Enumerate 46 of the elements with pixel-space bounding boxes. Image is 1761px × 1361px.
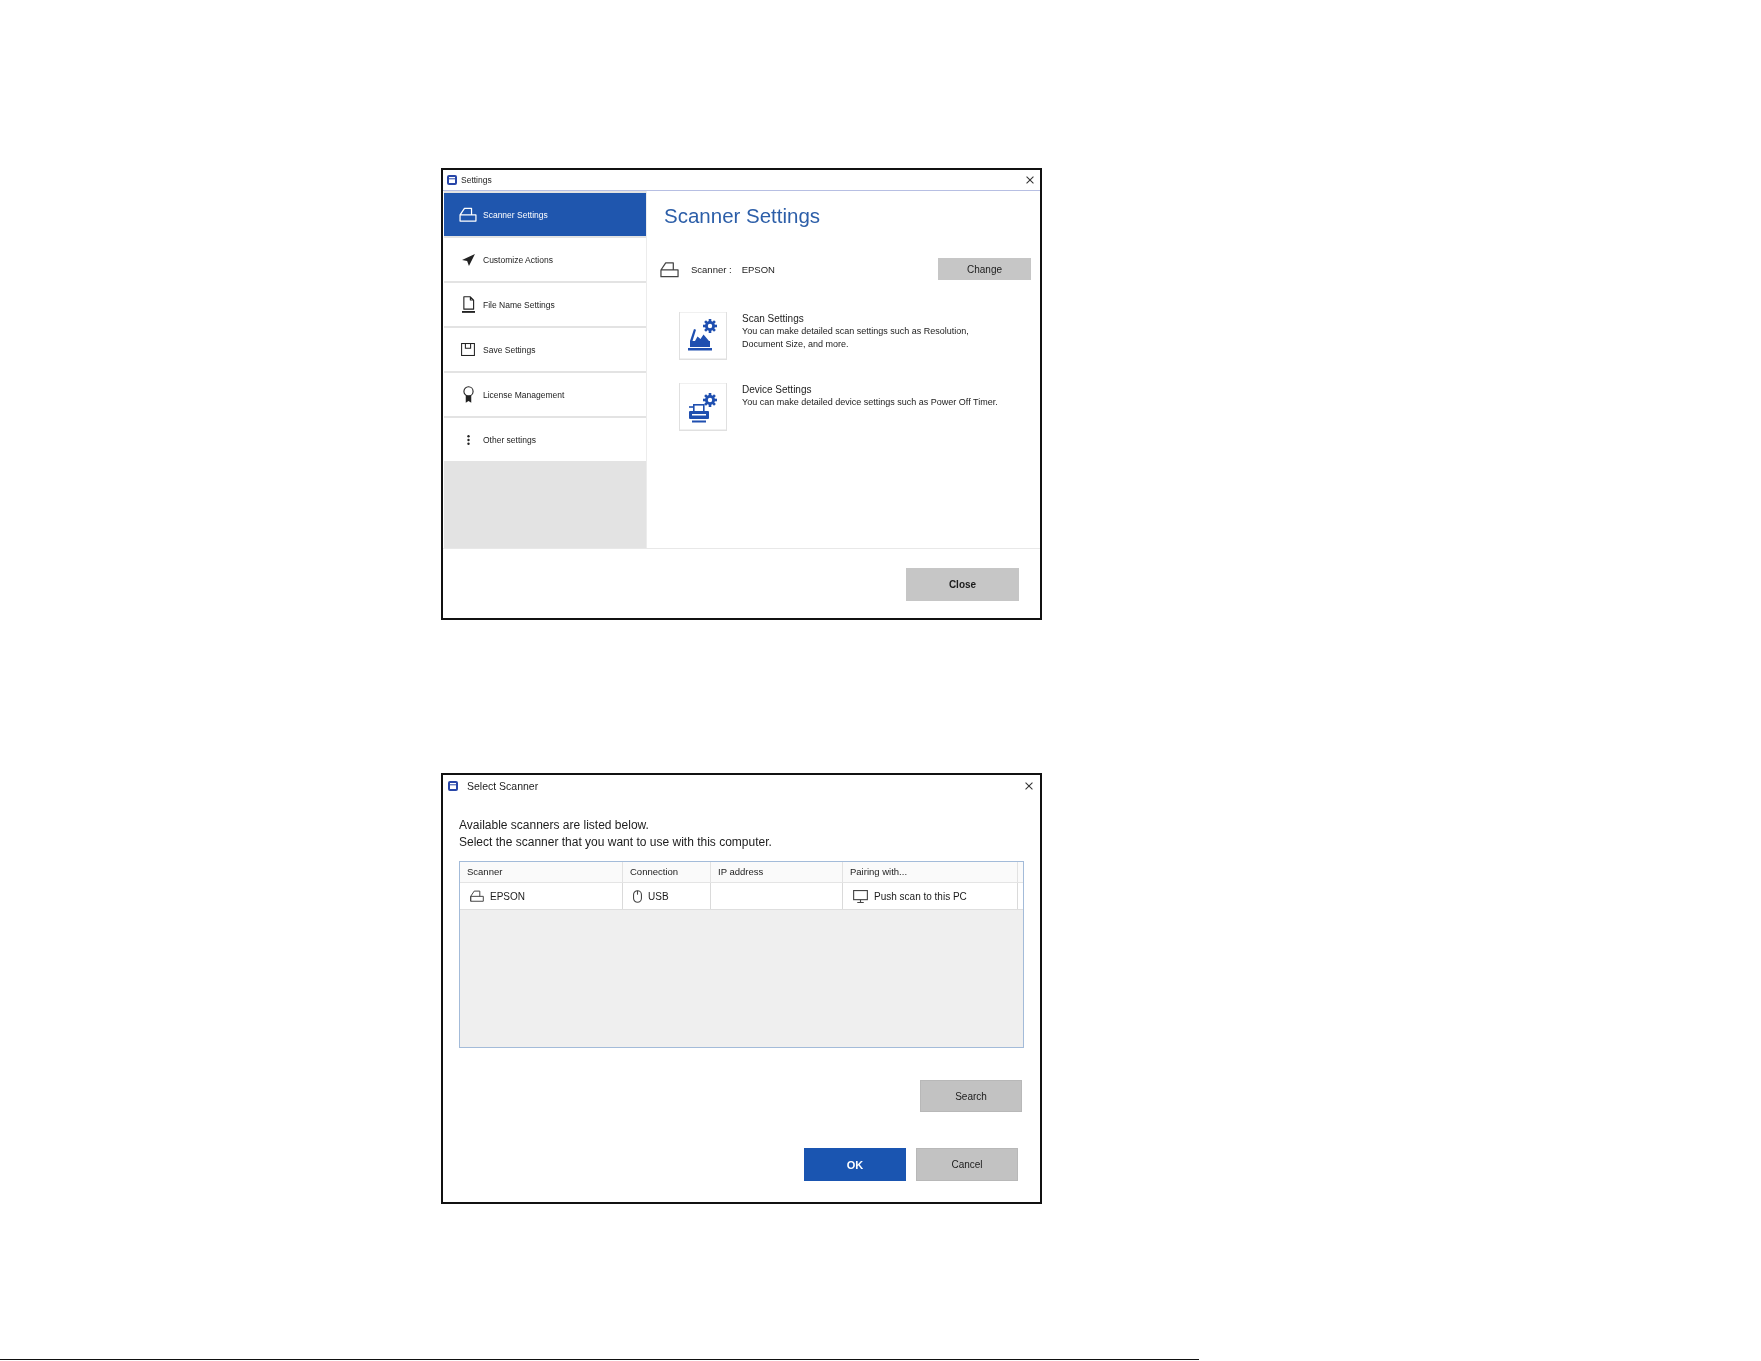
connection-type: USB: [648, 890, 669, 902]
instruction-text: Select the scanner that you want to use with this computer.: [459, 834, 772, 851]
sidebar-item[interactable]: File Name Settings: [444, 283, 646, 326]
pairing-target: Push scan to this PC: [874, 890, 967, 902]
close-icon[interactable]: [1026, 176, 1034, 184]
scanner-gear-icon[interactable]: [679, 312, 727, 360]
column-header: Pairing with...: [843, 862, 1018, 882]
column-header: Scanner: [460, 862, 623, 882]
sidebar-item[interactable]: Scanner Settings: [444, 193, 646, 236]
change-button[interactable]: Change: [938, 258, 1031, 280]
window-title: Select Scanner: [467, 780, 539, 792]
printer-gear-icon[interactable]: [679, 383, 727, 431]
save-icon: [461, 343, 475, 356]
close-icon[interactable]: [1025, 782, 1033, 790]
table-row[interactable]: EPSON USB Push scan to this PC: [460, 883, 1023, 910]
mouse-icon: [633, 889, 642, 903]
instruction-text: Available scanners are listed below.: [459, 817, 649, 834]
scanner-icon: [459, 207, 477, 222]
monitor-icon: [853, 889, 868, 903]
sidebar-item[interactable]: Customize Actions: [444, 238, 646, 281]
scanner-name: EPSON: [741, 263, 775, 275]
option-description: You can make detailed device settings such as Power Off Timer.: [742, 396, 998, 409]
award-icon: [462, 386, 474, 403]
more-icon: [466, 433, 470, 446]
ok-button[interactable]: OK: [804, 1148, 906, 1181]
column-header: Connection: [623, 862, 711, 882]
search-button[interactable]: Search: [920, 1080, 1022, 1112]
option-title: Device Settings: [742, 383, 812, 396]
option-title: Scan Settings: [742, 312, 804, 325]
option-description: You can make detailed scan settings such as Resolution, Document Size, and more.: [742, 325, 969, 351]
app-icon: [448, 781, 458, 791]
cancel-button[interactable]: Cancel: [916, 1148, 1018, 1181]
paper-plane-icon: [461, 253, 475, 266]
scanner-label: Scanner :: [691, 263, 732, 275]
page-heading: Scanner Settings: [664, 204, 821, 228]
window-title: Settings: [461, 175, 492, 185]
scanner-icon: [470, 890, 484, 902]
scanner-icon: [660, 260, 679, 278]
document-icon: [461, 296, 475, 313]
scanner-name: EPSON: [490, 890, 525, 902]
column-header: IP address: [711, 862, 843, 882]
app-icon: [447, 175, 457, 185]
sidebar-item[interactable]: Save Settings: [444, 328, 646, 371]
sidebar-item[interactable]: License Management: [444, 373, 646, 416]
close-button[interactable]: Close: [906, 568, 1019, 601]
sidebar-item[interactable]: Other settings: [444, 418, 646, 461]
